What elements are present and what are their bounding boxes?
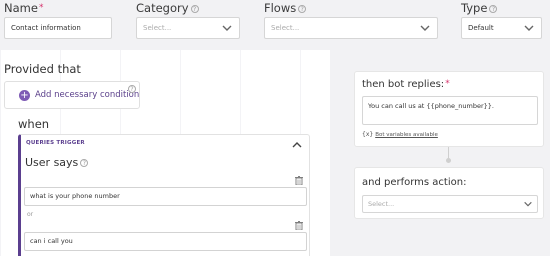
- bot-reply-card: then bot replies:* You can call us at {{…: [354, 71, 544, 147]
- type-select[interactable]: Default: [461, 17, 542, 39]
- performs-action-label: and performs action:: [362, 177, 467, 188]
- help-icon[interactable]: ?: [489, 4, 498, 13]
- or-separator: or: [27, 211, 34, 218]
- flows-label: Flows?: [264, 0, 307, 16]
- action-card: and performs action: Select...: [354, 167, 544, 219]
- category-field-group: Category? Select...: [136, 0, 240, 39]
- chevron-down-icon: [420, 25, 430, 31]
- trigger-canvas: Provided that + Add necessary condition …: [0, 50, 330, 256]
- type-value: Default: [468, 24, 494, 32]
- required-mark: *: [445, 79, 450, 89]
- user-says-label: User says?: [25, 156, 89, 169]
- header-bar: Name* Contact information Category? Sele…: [0, 0, 550, 50]
- help-icon[interactable]: ?: [298, 4, 307, 13]
- name-label: Name*: [4, 1, 44, 15]
- type-field-group: Type? Default: [461, 0, 542, 39]
- plus-icon: +: [19, 90, 30, 101]
- bot-variables-row: {x} Bot variables available: [362, 131, 438, 138]
- action-select[interactable]: Select...: [362, 195, 538, 213]
- chevron-down-icon: [222, 25, 232, 31]
- category-placeholder: Select...: [143, 24, 172, 32]
- provided-that-heading: Provided that: [4, 62, 81, 76]
- type-label: Type?: [461, 0, 498, 16]
- connector-dot: [446, 158, 451, 163]
- reply-textarea[interactable]: You can call us at {{phone_number}}.: [362, 96, 538, 125]
- query-input[interactable]: can i call you: [24, 232, 307, 251]
- chevron-down-icon: [524, 25, 534, 31]
- name-field-group: Name* Contact information: [4, 0, 112, 39]
- when-heading: when: [18, 117, 50, 131]
- chevron-down-icon: [524, 201, 532, 207]
- help-icon[interactable]: ?: [80, 159, 89, 167]
- chevron-up-icon[interactable]: [291, 140, 303, 150]
- trigger-title: QUERIES TRIGGER: [26, 140, 85, 146]
- response-panel: then bot replies:* You can call us at {{…: [330, 50, 550, 256]
- flows-select[interactable]: Select...: [264, 17, 438, 39]
- help-icon[interactable]: ?: [128, 85, 136, 93]
- add-condition-button[interactable]: Add necessary condition: [35, 90, 139, 100]
- bot-replies-label: then bot replies:*: [362, 79, 450, 90]
- braces-icon: {x}: [362, 131, 374, 138]
- action-placeholder: Select...: [368, 200, 395, 208]
- category-label: Category?: [136, 0, 199, 16]
- queries-trigger-card: QUERIES TRIGGER User says? what is your …: [18, 134, 310, 256]
- query-input[interactable]: what is your phone number: [24, 187, 307, 206]
- required-mark: *: [38, 3, 44, 13]
- add-condition-box[interactable]: + Add necessary condition ?: [4, 81, 140, 109]
- flows-field-group: Flows? Select...: [264, 0, 438, 39]
- trash-icon[interactable]: [295, 176, 303, 185]
- name-input[interactable]: Contact information: [4, 17, 112, 39]
- category-select[interactable]: Select...: [136, 17, 240, 39]
- help-icon[interactable]: ?: [190, 4, 199, 13]
- flows-placeholder: Select...: [271, 24, 300, 32]
- trash-icon[interactable]: [295, 221, 303, 230]
- bot-variables-link[interactable]: Bot variables available: [375, 132, 438, 138]
